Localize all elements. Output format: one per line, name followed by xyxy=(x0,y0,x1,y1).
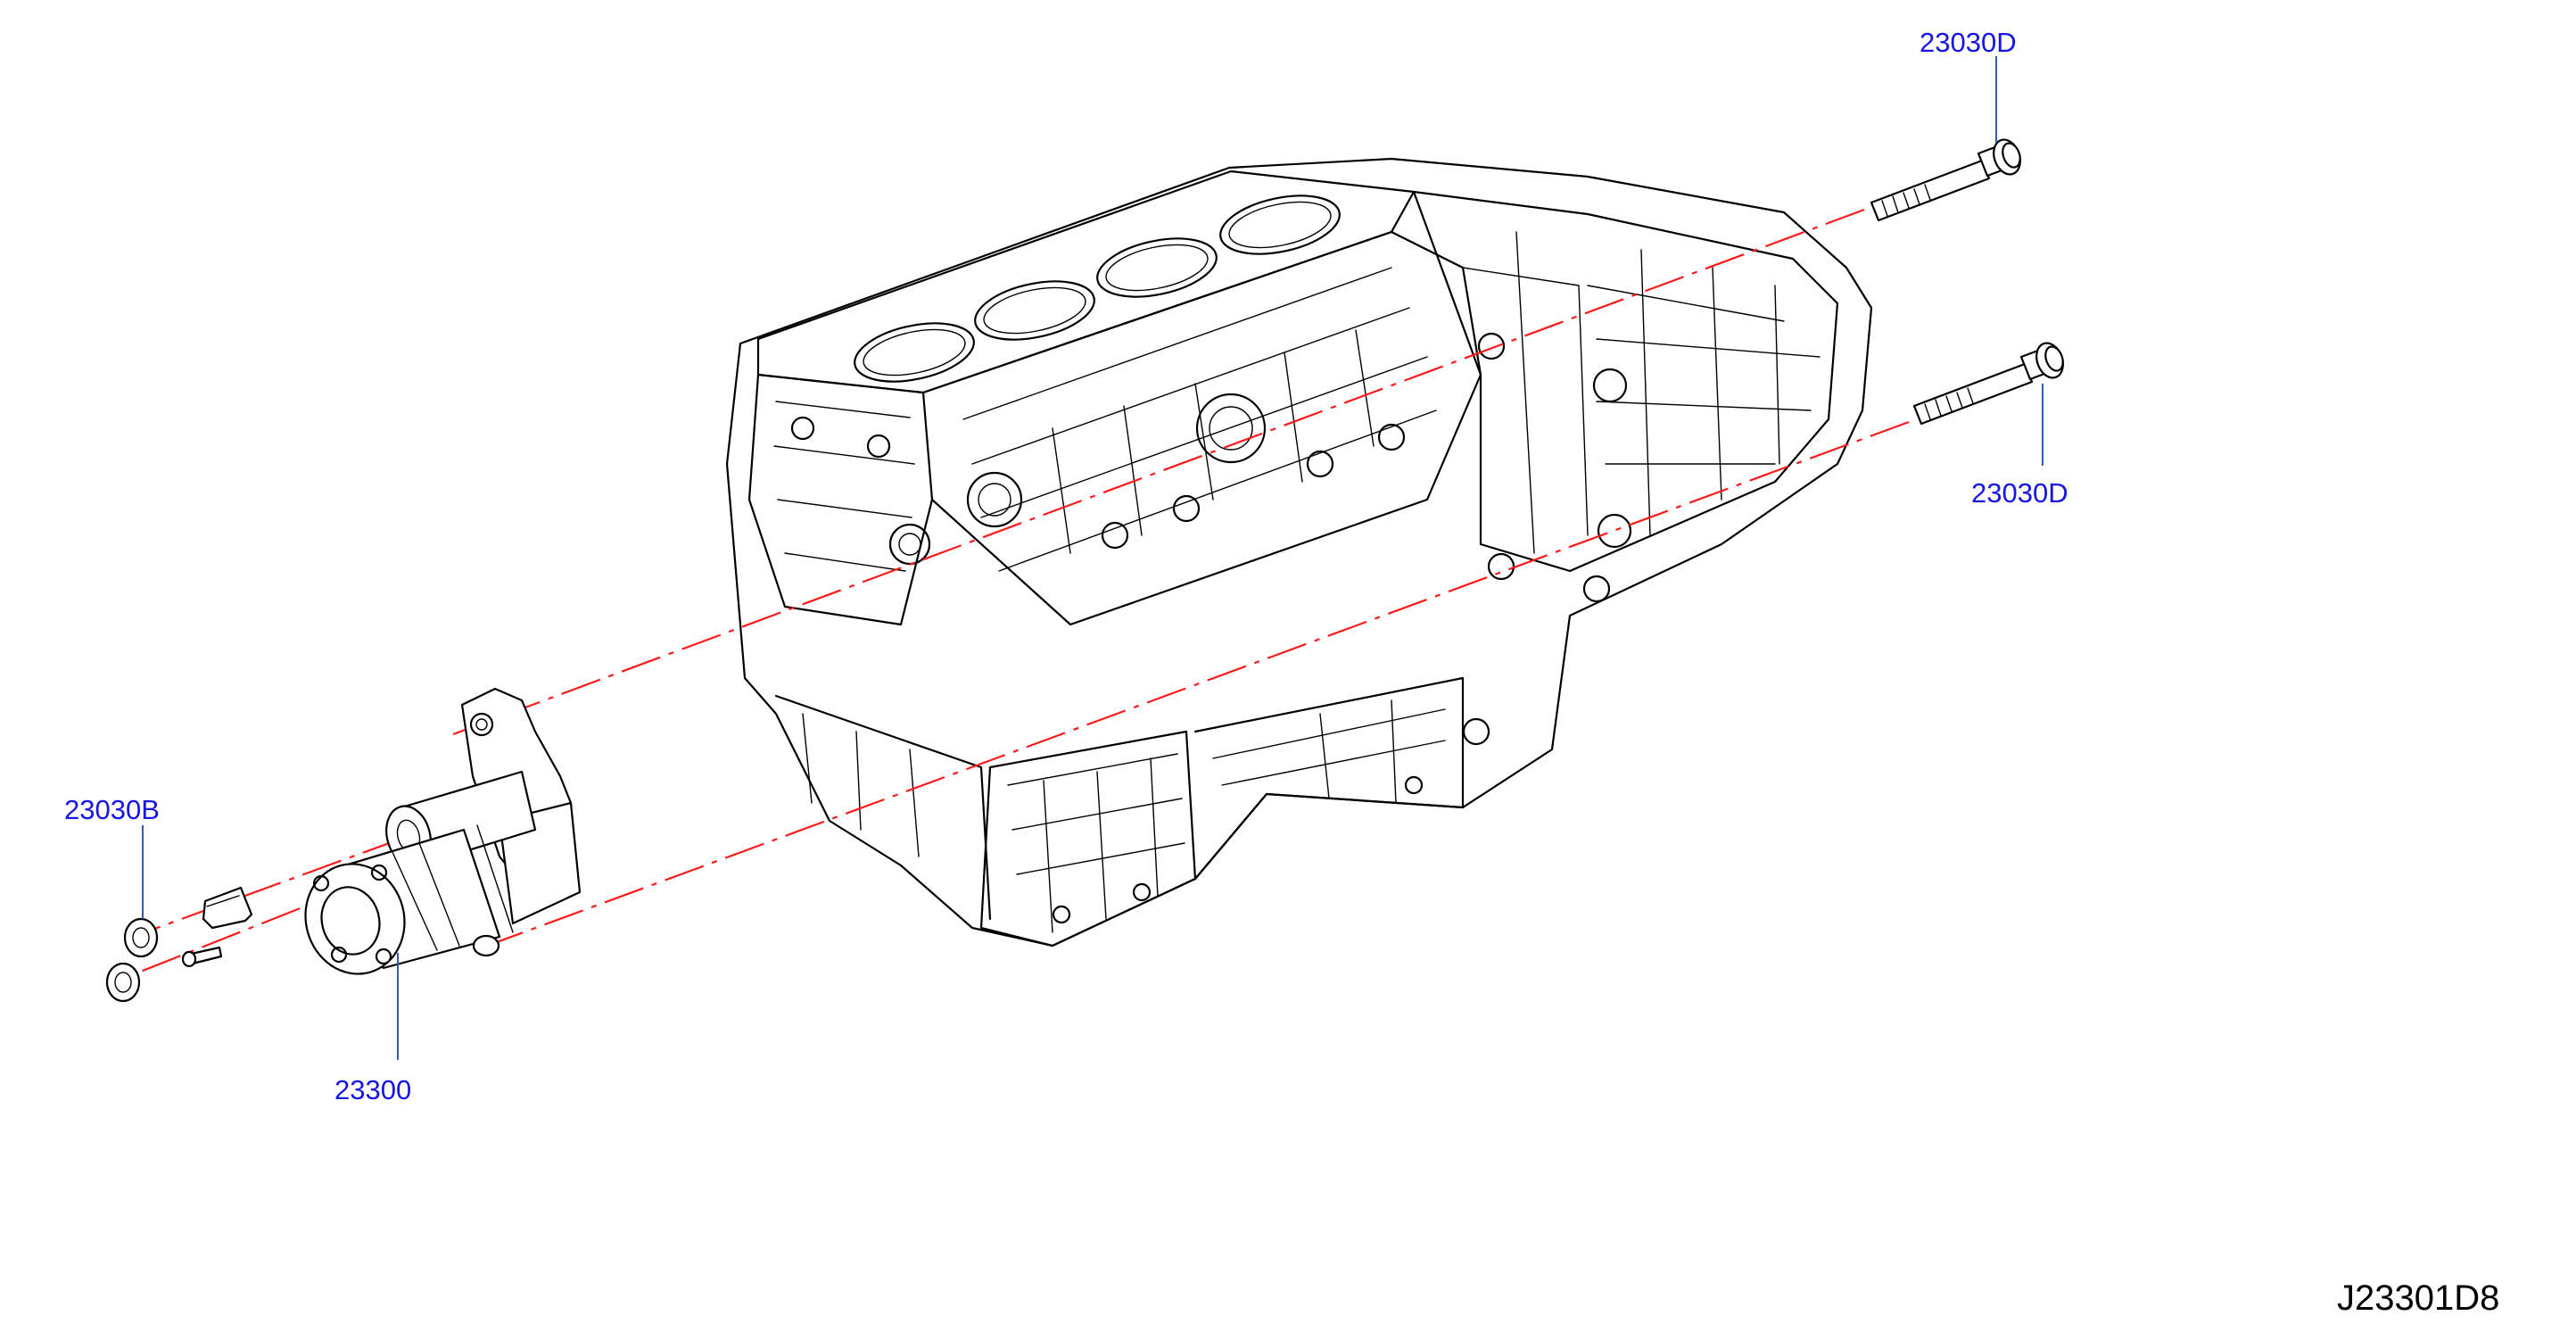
diagram-id: J23301D8 xyxy=(2337,1278,2499,1318)
battery-terminal-boot xyxy=(202,886,253,930)
callout-bolt-upper[interactable]: 23030D xyxy=(1920,27,2017,58)
parts-diagram: 23030D 23030D 23030B 23300 J23301D8 xyxy=(64,27,2499,1318)
mounting-bolt-lower xyxy=(1912,342,2064,426)
callout-starter-motor[interactable]: 23300 xyxy=(334,1074,411,1105)
nut-upper xyxy=(123,917,159,958)
callout-bolt-lower[interactable]: 23030D xyxy=(1971,477,2068,509)
callout-nut[interactable]: 23030B xyxy=(64,794,160,825)
engine-block xyxy=(725,157,1873,947)
starter-motor xyxy=(304,687,582,975)
nut-lower xyxy=(105,962,141,1003)
stud-pin xyxy=(181,946,223,968)
mounting-bolt-upper xyxy=(1870,138,2021,222)
